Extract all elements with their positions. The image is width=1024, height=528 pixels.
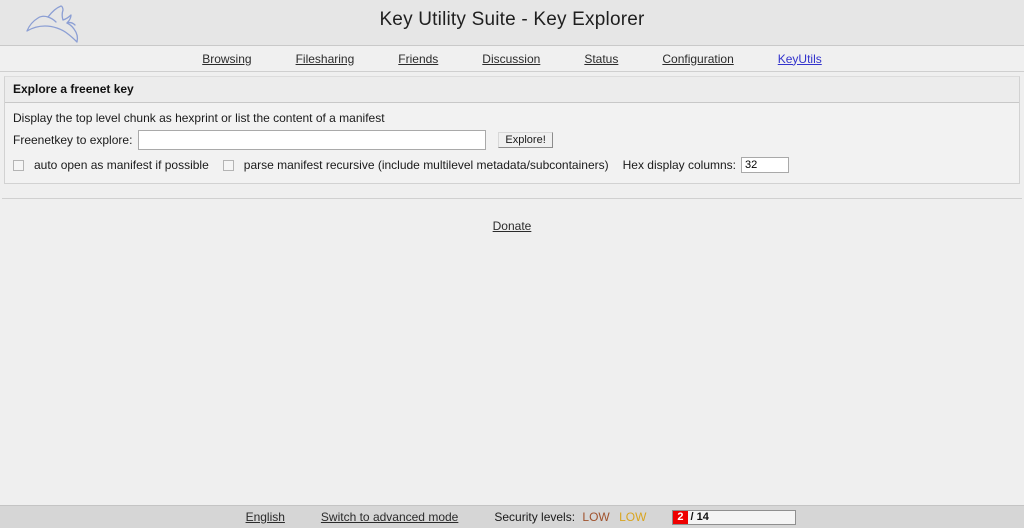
key-field-label: Freenetkey to explore: [13, 133, 133, 147]
security-level-physical-value: LOW [619, 510, 647, 524]
page-header: Key Utility Suite - Key Explorer [0, 0, 1024, 46]
language-link[interactable]: English [246, 510, 285, 524]
panel-body: Display the top level chunk as hexprint … [5, 103, 1019, 183]
content-divider [2, 198, 1022, 199]
auto-open-manifest-checkbox[interactable] [13, 159, 24, 171]
parse-recursive-label: parse manifest recursive (include multil… [243, 158, 609, 172]
freenet-key-input[interactable] [138, 130, 487, 150]
hex-columns-input[interactable] [741, 157, 790, 173]
security-levels-label: Security levels: [494, 510, 576, 524]
security-levels-group: Security levels: LOW LOW [494, 510, 646, 524]
panel-description: Display the top level chunk as hexprint … [13, 111, 385, 125]
nav-item-configuration[interactable]: Configuration [662, 52, 733, 66]
options-row: auto open as manifest if possible parse … [13, 157, 1011, 173]
panel-title: Explore a freenet key [5, 77, 1019, 103]
donate-link[interactable]: Donate [493, 219, 532, 233]
advanced-mode-link[interactable]: Switch to advanced mode [321, 510, 458, 524]
peers-connected-count: 2 [673, 510, 688, 524]
nav-item-keyutils[interactable]: KeyUtils [778, 52, 822, 66]
nav-item-friends[interactable]: Friends [398, 52, 438, 66]
parse-recursive-checkbox[interactable] [222, 159, 234, 171]
peer-count-indicator[interactable]: 2 / 14 [672, 509, 797, 525]
main-navigation: Browsing Filesharing Friends Discussion … [0, 46, 1024, 72]
peers-total-count: / 14 [690, 511, 709, 523]
nav-item-discussion[interactable]: Discussion [482, 52, 540, 66]
auto-open-manifest-label: auto open as manifest if possible [34, 158, 209, 172]
security-level-network-value: LOW [582, 510, 610, 524]
nav-item-filesharing[interactable]: Filesharing [296, 52, 355, 66]
donate-section: Donate [0, 219, 1024, 233]
nav-item-status[interactable]: Status [584, 52, 618, 66]
page-footer: English Switch to advanced mode Security… [0, 505, 1024, 528]
page-title: Key Utility Suite - Key Explorer [379, 9, 645, 30]
key-entry-row: Freenetkey to explore: Explore! [13, 130, 1011, 150]
hex-columns-label: Hex display columns: [622, 158, 737, 172]
explore-key-panel: Explore a freenet key Display the top le… [4, 76, 1020, 184]
nav-item-browsing[interactable]: Browsing [202, 52, 251, 66]
explore-button[interactable]: Explore! [498, 132, 553, 148]
